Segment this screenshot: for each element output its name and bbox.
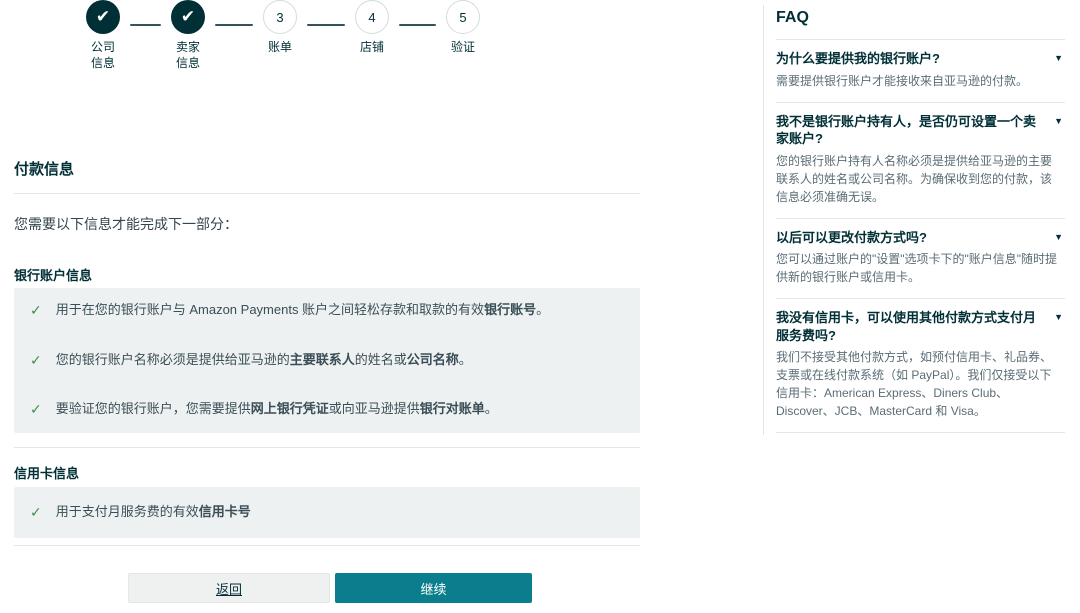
step-number: 4 bbox=[355, 0, 389, 34]
checklist-text: 您的银行账户名称必须是提供给亚马逊的主要联系人的姓名或公司名称。 bbox=[56, 351, 472, 369]
faq-answer: 我们不接受其他付款方式，如预付信用卡、礼品券、支票或在线付款系统（如 PayPa… bbox=[776, 348, 1063, 420]
faq-answer: 您可以通过账户的"设置"选项卡下的"账户信息"随时提供新的银行账户或信用卡。 bbox=[776, 250, 1063, 286]
faq-item: 我没有信用卡，可以使用其他付款方式支付月服务费吗? ▼ 我们不接受其他付款方式，如预… bbox=[776, 299, 1065, 433]
stepper-connector bbox=[399, 24, 436, 26]
chevron-down-icon[interactable]: ▼ bbox=[1054, 113, 1063, 127]
step-label: 验证 bbox=[451, 40, 475, 56]
bank-info-checklist: ✓ 用于在您的银行账户与 Amazon Payments 账户之间轻松存款和取款的… bbox=[14, 288, 640, 433]
checklist-text: 要验证您的银行账户，您需要提供网上银行凭证或向亚马逊提供银行对账单。 bbox=[56, 400, 498, 418]
credit-card-checklist: ✓ 用于支付月服务费的有效信用卡号 bbox=[14, 487, 640, 538]
check-icon: ✓ bbox=[30, 301, 42, 321]
stepper-step-5: 5 验证 bbox=[431, 0, 495, 56]
faq-question[interactable]: 我不是银行账户持有人，是否仍可设置一个卖家账户? ▼ bbox=[776, 113, 1063, 148]
checklist-item: ✓ 要验证您的银行账户，您需要提供网上银行凭证或向亚马逊提供银行对账单。 bbox=[30, 400, 624, 420]
step-label: 卖家 信息 bbox=[176, 40, 200, 71]
faq-question-text: 我没有信用卡，可以使用其他付款方式支付月服务费吗? bbox=[776, 309, 1046, 344]
step-label: 账单 bbox=[268, 40, 292, 56]
faq-question[interactable]: 为什么要提供我的银行账户? ▼ bbox=[776, 50, 1063, 68]
divider bbox=[14, 545, 640, 546]
chevron-down-icon[interactable]: ▼ bbox=[1054, 229, 1063, 243]
stepper-step-3: 3 账单 bbox=[248, 0, 312, 56]
faq-question-text: 为什么要提供我的银行账户? bbox=[776, 50, 940, 68]
stepper-step-2: ✔ 卖家 信息 bbox=[156, 0, 220, 71]
checklist-text: 用于在您的银行账户与 Amazon Payments 账户之间轻松存款和取款的有… bbox=[56, 301, 549, 319]
step-number: 3 bbox=[263, 0, 297, 34]
divider bbox=[14, 193, 640, 194]
chevron-down-icon[interactable]: ▼ bbox=[1054, 309, 1063, 323]
continue-button[interactable]: 继续 bbox=[335, 573, 532, 603]
step-label: 店铺 bbox=[360, 40, 384, 56]
stepper-connector bbox=[215, 24, 253, 26]
stepper-connector bbox=[307, 24, 345, 26]
faq-panel: FAQ 为什么要提供我的银行账户? ▼ 需要提供银行账户才能接收来自亚马逊的付款。我… bbox=[763, 5, 1065, 435]
faq-item: 以后可以更改付款方式吗? ▼ 您可以通过账户的"设置"选项卡下的"账户信息"随时提供… bbox=[776, 219, 1065, 300]
page-title: 付款信息 bbox=[14, 158, 74, 179]
section-label-credit-card: 信用卡信息 bbox=[14, 463, 79, 482]
section-label-bank: 银行账户信息 bbox=[14, 265, 92, 284]
stepper-connector bbox=[130, 24, 161, 26]
check-icon: ✔ bbox=[86, 0, 120, 34]
faq-answer: 您的银行账户持有人名称必须是提供给亚马逊的主要联系人的姓名或公司名称。为确保收到… bbox=[776, 152, 1063, 206]
stepper-step-4: 4 店铺 bbox=[340, 0, 404, 56]
faq-title: FAQ bbox=[776, 9, 1065, 40]
checklist-item: ✓ 用于在您的银行账户与 Amazon Payments 账户之间轻松存款和取款的… bbox=[30, 301, 624, 321]
faq-item: 我不是银行账户持有人，是否仍可设置一个卖家账户? ▼ 您的银行账户持有人名称必须是提… bbox=[776, 103, 1065, 219]
faq-list: 为什么要提供我的银行账户? ▼ 需要提供银行账户才能接收来自亚马逊的付款。我不是银行… bbox=[776, 40, 1065, 433]
back-button[interactable]: 返回 bbox=[128, 573, 330, 603]
divider bbox=[14, 447, 640, 448]
check-icon: ✔ bbox=[171, 0, 205, 34]
progress-stepper: ✔ 公司 信息 ✔ 卖家 信息 3 账单 4 店铺 5 验证 bbox=[0, 0, 520, 70]
step-number: 5 bbox=[446, 0, 480, 34]
stepper-step-1: ✔ 公司 信息 bbox=[71, 0, 135, 71]
faq-question-text: 以后可以更改付款方式吗? bbox=[776, 229, 927, 247]
step-label: 公司 信息 bbox=[91, 40, 115, 71]
check-icon: ✓ bbox=[30, 400, 42, 420]
checklist-item: ✓ 您的银行账户名称必须是提供给亚马逊的主要联系人的姓名或公司名称。 bbox=[30, 351, 624, 371]
checklist-text: 用于支付月服务费的有效信用卡号 bbox=[56, 503, 251, 521]
check-icon: ✓ bbox=[30, 351, 42, 371]
checklist-item: ✓ 用于支付月服务费的有效信用卡号 bbox=[30, 503, 624, 523]
check-icon: ✓ bbox=[30, 503, 42, 523]
faq-item: 为什么要提供我的银行账户? ▼ 需要提供银行账户才能接收来自亚马逊的付款。 bbox=[776, 40, 1065, 103]
registration-page: ✔ 公司 信息 ✔ 卖家 信息 3 账单 4 店铺 5 验证 付款信息 您需要以下信息才能完成下一… bbox=[0, 0, 1080, 613]
faq-question[interactable]: 我没有信用卡，可以使用其他付款方式支付月服务费吗? ▼ bbox=[776, 309, 1063, 344]
faq-question[interactable]: 以后可以更改付款方式吗? ▼ bbox=[776, 229, 1063, 247]
faq-answer: 需要提供银行账户才能接收来自亚马逊的付款。 bbox=[776, 72, 1063, 90]
faq-question-text: 我不是银行账户持有人，是否仍可设置一个卖家账户? bbox=[776, 113, 1046, 148]
intro-text: 您需要以下信息才能完成下一部分： bbox=[14, 214, 238, 234]
chevron-down-icon[interactable]: ▼ bbox=[1054, 50, 1063, 64]
action-buttons: 返回 继续 bbox=[14, 573, 640, 603]
